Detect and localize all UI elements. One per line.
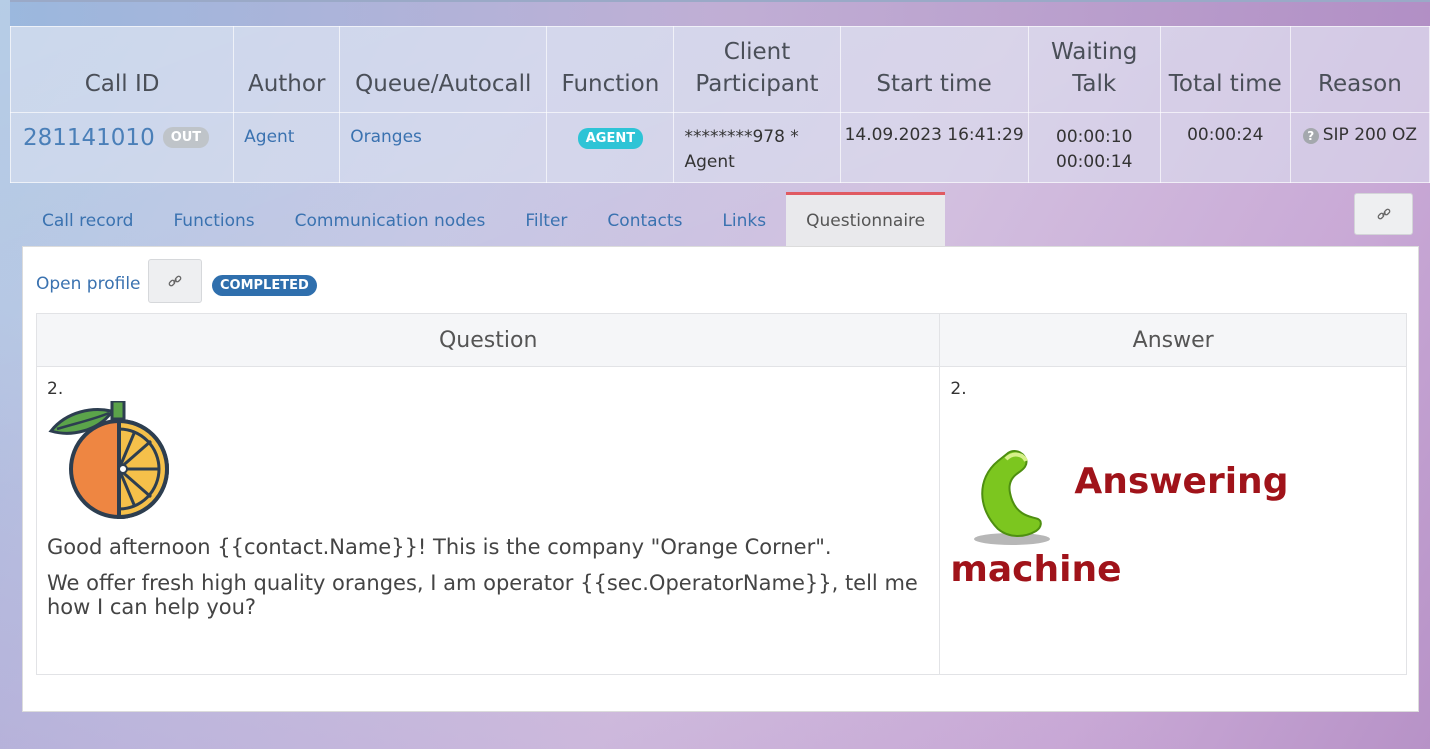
function-badge: AGENT <box>577 128 644 149</box>
answer-content: Answering machine <box>950 399 1396 619</box>
detail-tabs: Call record Functions Communication node… <box>22 192 946 246</box>
cell-client-participant: ********978 * Agent <box>673 112 841 183</box>
answer-cell: 2. Answering machine <box>939 366 1407 675</box>
cell-reason: ? SIP 200 OZ <box>1289 112 1430 183</box>
orange-fruit-icon <box>48 401 169 520</box>
direction-badge: OUT <box>162 126 210 148</box>
question-text-line1: Good afternoon {{contact.Name}}! This is… <box>47 535 832 559</box>
header-author[interactable]: Author <box>233 26 341 113</box>
header-call-id[interactable]: Call ID <box>9 26 235 113</box>
answer-word1: Answering <box>1074 461 1289 502</box>
queue-link[interactable]: Oranges <box>350 127 422 147</box>
header-waiting-talk[interactable]: Waiting Talk <box>1027 26 1161 113</box>
table-row: 2. Good afternoon {{contact.Name}}! This… <box>35 366 1407 675</box>
tab-functions[interactable]: Functions <box>153 192 274 246</box>
questionnaire-table: Question Answer 2. Good afternoon {{cont… <box>35 313 1407 675</box>
table-row[interactable]: 281141010 OUT Agent Oranges AGENT *******… <box>9 112 1430 183</box>
cell-total-time: 00:00:24 <box>1159 112 1291 183</box>
cell-waiting-talk: 00:00:10 00:00:14 <box>1027 112 1161 183</box>
header-question: Question <box>35 313 941 367</box>
calls-table-header: Call ID Author Queue/Autocall Function C… <box>9 26 1430 113</box>
participant-name: Agent <box>684 152 735 172</box>
cell-function: AGENT <box>546 112 675 183</box>
question-circle-icon[interactable]: ? <box>1302 128 1319 144</box>
questionnaire-panel: Open profile COMPLETED Question Answer 2… <box>22 246 1419 712</box>
cell-call-id: 281141010 OUT <box>9 112 235 183</box>
tab-contacts[interactable]: Contacts <box>587 192 702 246</box>
tab-filter[interactable]: Filter <box>505 192 587 246</box>
cell-author: Agent <box>233 112 341 183</box>
header-client-participant[interactable]: Client Participant <box>673 26 841 113</box>
link-icon <box>168 275 182 287</box>
question-text-line2: We offer fresh high quality oranges, I a… <box>47 571 918 619</box>
tab-links[interactable]: Links <box>702 192 786 246</box>
phone-handset-icon <box>974 450 1051 545</box>
link-icon <box>1377 208 1390 220</box>
header-reason[interactable]: Reason <box>1289 26 1430 113</box>
talk-time: 00:00:14 <box>1056 152 1133 172</box>
header-function[interactable]: Function <box>546 26 675 113</box>
header-start-time[interactable]: Start time <box>839 26 1029 113</box>
status-badge: COMPLETED <box>212 275 317 296</box>
open-profile-link[interactable]: Open profile <box>36 274 141 294</box>
client-number: ********978 * <box>684 127 799 147</box>
waiting-time: 00:00:10 <box>1056 127 1133 147</box>
call-id-link[interactable]: 281141010 <box>11 125 155 151</box>
cell-start-time: 14.09.2023 16:41:29 <box>839 112 1029 183</box>
header-queue[interactable]: Queue/Autocall <box>339 26 548 113</box>
tab-call-record[interactable]: Call record <box>22 192 153 246</box>
tab-communication-nodes[interactable]: Communication nodes <box>275 192 506 246</box>
calls-table: Call ID Author Queue/Autocall Function C… <box>9 26 1430 183</box>
answer-number: 2. <box>950 379 967 399</box>
reason-text: SIP 200 OZ <box>1322 125 1418 145</box>
tab-questionnaire[interactable]: Questionnaire <box>786 192 946 246</box>
author-link[interactable]: Agent <box>244 127 294 147</box>
profile-link-button[interactable] <box>148 259 202 303</box>
header-total-time[interactable]: Total time <box>1159 26 1291 113</box>
copy-link-button[interactable] <box>1354 193 1413 235</box>
top-strip <box>10 0 1430 26</box>
cell-queue: Oranges <box>339 112 548 183</box>
question-cell: 2. Good afternoon {{contact.Name}}! This… <box>35 366 941 675</box>
answer-word2: machine <box>950 549 1122 590</box>
question-number: 2. <box>47 379 64 399</box>
header-answer: Answer <box>939 313 1407 367</box>
